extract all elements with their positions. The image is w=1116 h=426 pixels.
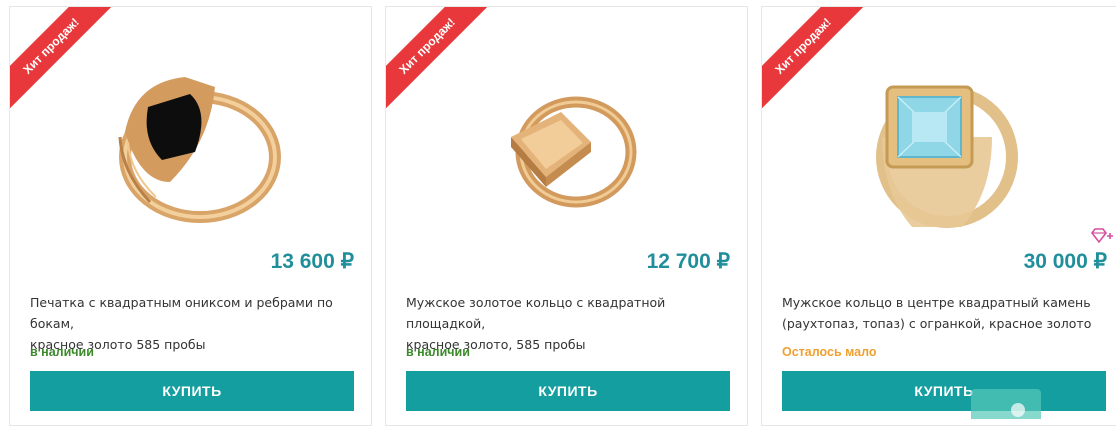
buy-button[interactable]: КУПИТЬ (30, 371, 354, 411)
product-name-line[interactable]: Мужское кольцо в центре квадратный камен… (782, 292, 1112, 313)
product-name-line[interactable]: (раухтопаз, топаз) с огранкой, красное з… (782, 313, 1112, 334)
stock-status: в наличии (406, 345, 470, 359)
stock-status: в наличии (30, 345, 94, 359)
buy-button[interactable]: КУПИТЬ (782, 371, 1106, 411)
product-price: 12 700 ₽ (646, 250, 730, 273)
product-card[interactable]: Хит продаж! 30 000 ₽ Мужское кольцо в це… (761, 6, 1116, 426)
chat-widget-button[interactable] (971, 389, 1041, 419)
product-name-line[interactable]: Мужское золотое кольцо с квадратной площ… (406, 292, 736, 334)
gem-plus-icon (1091, 228, 1113, 244)
product-card[interactable]: Хит продаж! 13 600 ₽ Печатка с квадратны… (9, 6, 372, 426)
product-price: 30 000 ₽ (1023, 250, 1107, 273)
stock-status: Осталось мало (782, 345, 877, 359)
product-card[interactable]: Хит продаж! 12 700 ₽ Мужское золотое кол… (385, 6, 748, 426)
product-image[interactable] (90, 42, 290, 242)
chat-icon (1011, 403, 1025, 417)
product-image[interactable] (466, 42, 666, 242)
buy-button[interactable]: КУПИТЬ (406, 371, 730, 411)
product-name-line[interactable]: Печатка с квадратным ониксом и ребрами п… (30, 292, 360, 334)
product-image[interactable] (842, 42, 1042, 242)
product-name[interactable]: Мужское кольцо в центре квадратный камен… (782, 292, 1112, 334)
product-price: 13 600 ₽ (270, 250, 354, 273)
